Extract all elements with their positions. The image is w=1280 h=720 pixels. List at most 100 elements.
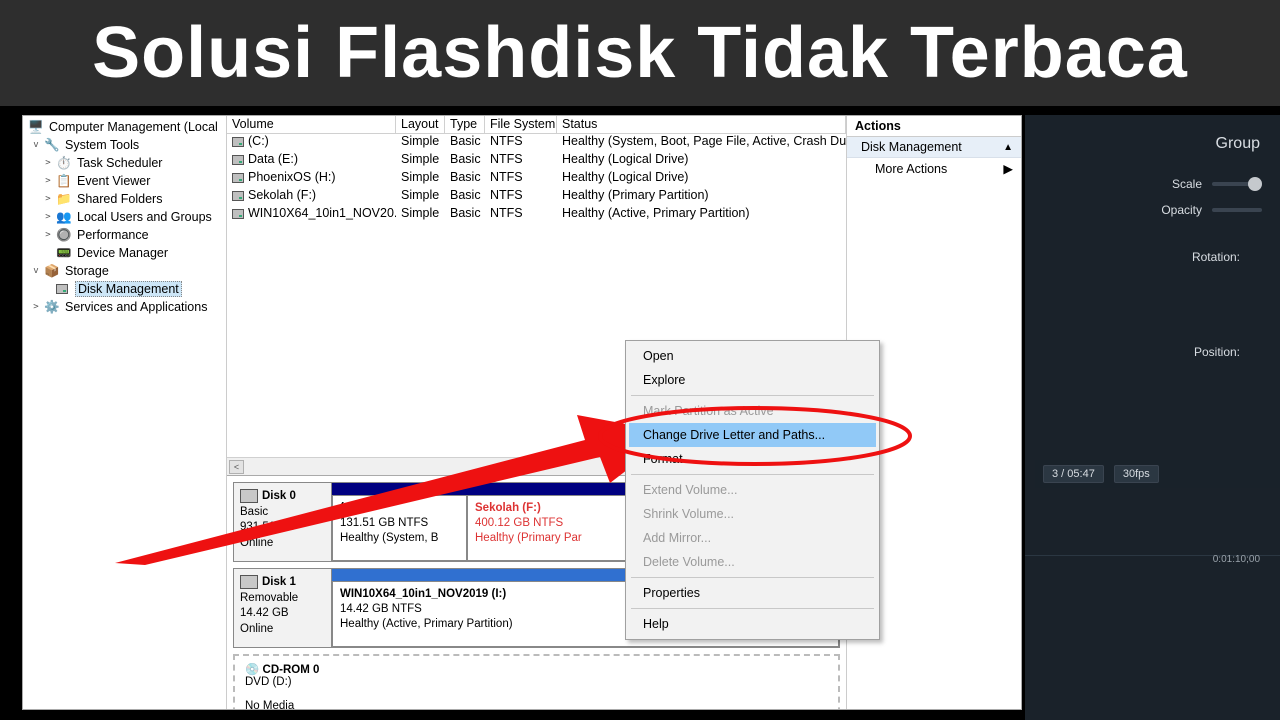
vol-layout: Simple [396, 152, 445, 170]
volume-row[interactable]: PhoenixOS (H:) Simple Basic NTFS Healthy… [227, 170, 846, 188]
disk-state: Online [240, 623, 273, 635]
nav-performance[interactable]: > 🔘 Performance [23, 226, 226, 244]
vol-layout: Simple [396, 170, 445, 188]
chevron-right-icon[interactable]: > [43, 230, 53, 240]
part-state: Healthy (Primary Par [475, 532, 582, 544]
actions-more-label: More Actions [875, 162, 947, 176]
video-editor-panel: Group Scale Opacity Rotation: Position: … [1025, 115, 1280, 720]
volume-row[interactable]: WIN10X64_10in1_NOV20... Simple Basic NTF… [227, 206, 846, 224]
menu-separator [631, 608, 874, 609]
disk-0-info[interactable]: Disk 0 Basic 931.51 GB Online [234, 483, 332, 561]
volume-list[interactable]: (C:) Simple Basic NTFS Healthy (System, … [227, 134, 846, 224]
chevron-right-icon[interactable]: > [43, 176, 53, 186]
partition-sekolah[interactable]: Sekolah (F:) 400.12 GB NTFS Healthy (Pri… [467, 495, 647, 561]
vol-fs: NTFS [485, 152, 557, 170]
part-title: WIN10X64_10in1_NOV2019 (I:) [340, 588, 506, 600]
disk-icon [240, 489, 258, 503]
scale-slider[interactable] [1212, 182, 1262, 186]
vol-name: Data (E:) [248, 152, 298, 166]
title-banner: Solusi Flashdisk Tidak Terbaca [0, 0, 1280, 106]
nav-task-scheduler[interactable]: > ⏱️ Task Scheduler [23, 154, 226, 172]
menu-help[interactable]: Help [629, 612, 876, 636]
volume-row[interactable]: Sekolah (F:) Simple Basic NTFS Healthy (… [227, 188, 846, 206]
users-icon: 👥 [56, 209, 72, 225]
vol-layout: Simple [396, 134, 445, 152]
disk-1-info[interactable]: Disk 1 Removable 14.42 GB Online [234, 569, 332, 647]
chevron-down-icon[interactable]: v [31, 266, 41, 276]
nav-system-tools[interactable]: v 🔧 System Tools [23, 136, 226, 154]
col-type[interactable]: Type [445, 116, 485, 133]
opacity-control[interactable]: Opacity [1161, 203, 1262, 217]
nav-shared-folders[interactable]: > 📁 Shared Folders [23, 190, 226, 208]
drive-icon [232, 155, 244, 165]
storage-icon: 📦 [44, 263, 60, 279]
actions-header: Actions [847, 116, 1021, 137]
nav-tree[interactable]: 🖥️ Computer Management (Local v 🔧 System… [23, 116, 227, 709]
nav-device-manager[interactable]: 📟 Device Manager [23, 244, 226, 262]
volume-row[interactable]: Data (E:) Simple Basic NTFS Healthy (Log… [227, 152, 846, 170]
nav-label: Event Viewer [75, 174, 152, 188]
disk-state: Online [240, 537, 273, 549]
chevron-right-icon[interactable]: > [31, 302, 41, 312]
playbar[interactable]: 3 / 05:47 30fps [1035, 460, 1280, 488]
nav-label: Performance [75, 228, 151, 242]
menu-mark-active: Mark Partition as Active [629, 399, 876, 423]
stripe-primary [467, 483, 647, 495]
actions-section[interactable]: Disk Management ▲ [847, 137, 1021, 158]
col-status[interactable]: Status [557, 116, 846, 133]
position-control[interactable]: Position: [1194, 345, 1240, 359]
context-menu: Open Explore Mark Partition as Active Ch… [625, 340, 880, 640]
scroll-left-icon[interactable]: < [229, 460, 244, 474]
chevron-down-icon[interactable]: v [31, 140, 41, 150]
menu-change-drive-letter[interactable]: Change Drive Letter and Paths... [629, 423, 876, 447]
vol-status: Healthy (System, Boot, Page File, Active… [557, 134, 846, 152]
scale-control[interactable]: Scale [1172, 177, 1262, 191]
chevron-right-icon[interactable]: > [43, 158, 53, 168]
nav-event-viewer[interactable]: > 📋 Event Viewer [23, 172, 226, 190]
device-icon: 📟 [56, 245, 72, 261]
rotation-control[interactable]: Rotation: [1192, 250, 1240, 264]
vol-layout: Simple [396, 206, 445, 224]
nav-disk-management[interactable]: Disk Management [23, 280, 226, 298]
nav-services[interactable]: > ⚙️ Services and Applications [23, 298, 226, 316]
nav-local-users[interactable]: > 👥 Local Users and Groups [23, 208, 226, 226]
nav-label-selected: Disk Management [75, 281, 182, 297]
log-icon: 📋 [56, 173, 72, 189]
volume-row[interactable]: (C:) Simple Basic NTFS Healthy (System, … [227, 134, 846, 152]
chevron-right-icon[interactable]: > [43, 212, 53, 222]
nav-storage[interactable]: v 📦 Storage [23, 262, 226, 280]
menu-explore[interactable]: Explore [629, 368, 876, 392]
drive-icon [232, 137, 244, 147]
vol-fs: NTFS [485, 206, 557, 224]
vol-status: Healthy (Active, Primary Partition) [557, 206, 846, 224]
services-icon: ⚙️ [44, 299, 60, 315]
collapse-icon[interactable]: ▲ [1003, 142, 1013, 153]
timeline[interactable]: 0:01:10;00 [1025, 555, 1280, 573]
cdrom-0[interactable]: 💿 CD-ROM 0 DVD (D:) No Media [233, 654, 840, 709]
gauge-icon: 🔘 [56, 227, 72, 243]
volume-list-header[interactable]: Volume Layout Type File System Status [227, 116, 846, 134]
vol-name: WIN10X64_10in1_NOV20... [248, 206, 396, 220]
vol-type: Basic [445, 152, 485, 170]
menu-properties[interactable]: Properties [629, 581, 876, 605]
chevron-right-icon[interactable]: > [43, 194, 53, 204]
col-fs[interactable]: File System [485, 116, 557, 133]
slider-knob-icon[interactable] [1248, 177, 1262, 191]
actions-more[interactable]: More Actions ▶ [847, 158, 1021, 179]
part-size: 14.42 GB NTFS [340, 603, 422, 615]
menu-format[interactable]: Format... [629, 447, 876, 471]
part-state: Healthy (Active, Primary Partition) [340, 618, 513, 630]
opacity-slider[interactable] [1212, 208, 1262, 212]
menu-open[interactable]: Open [629, 344, 876, 368]
partition-c[interactable]: (C:) 131.51 GB NTFS Healthy (System, B [332, 495, 467, 561]
nav-label: Storage [63, 264, 111, 278]
col-volume[interactable]: Volume [227, 116, 396, 133]
menu-delete: Delete Volume... [629, 550, 876, 574]
drive-icon [232, 191, 244, 201]
cd-icon: 💿 [245, 664, 259, 676]
vol-name: Sekolah (F:) [248, 188, 316, 202]
disk-name: CD-ROM 0 [263, 664, 320, 676]
part-size: 131.51 GB NTFS [340, 517, 428, 529]
nav-root[interactable]: 🖥️ Computer Management (Local [23, 118, 226, 136]
col-layout[interactable]: Layout [396, 116, 445, 133]
